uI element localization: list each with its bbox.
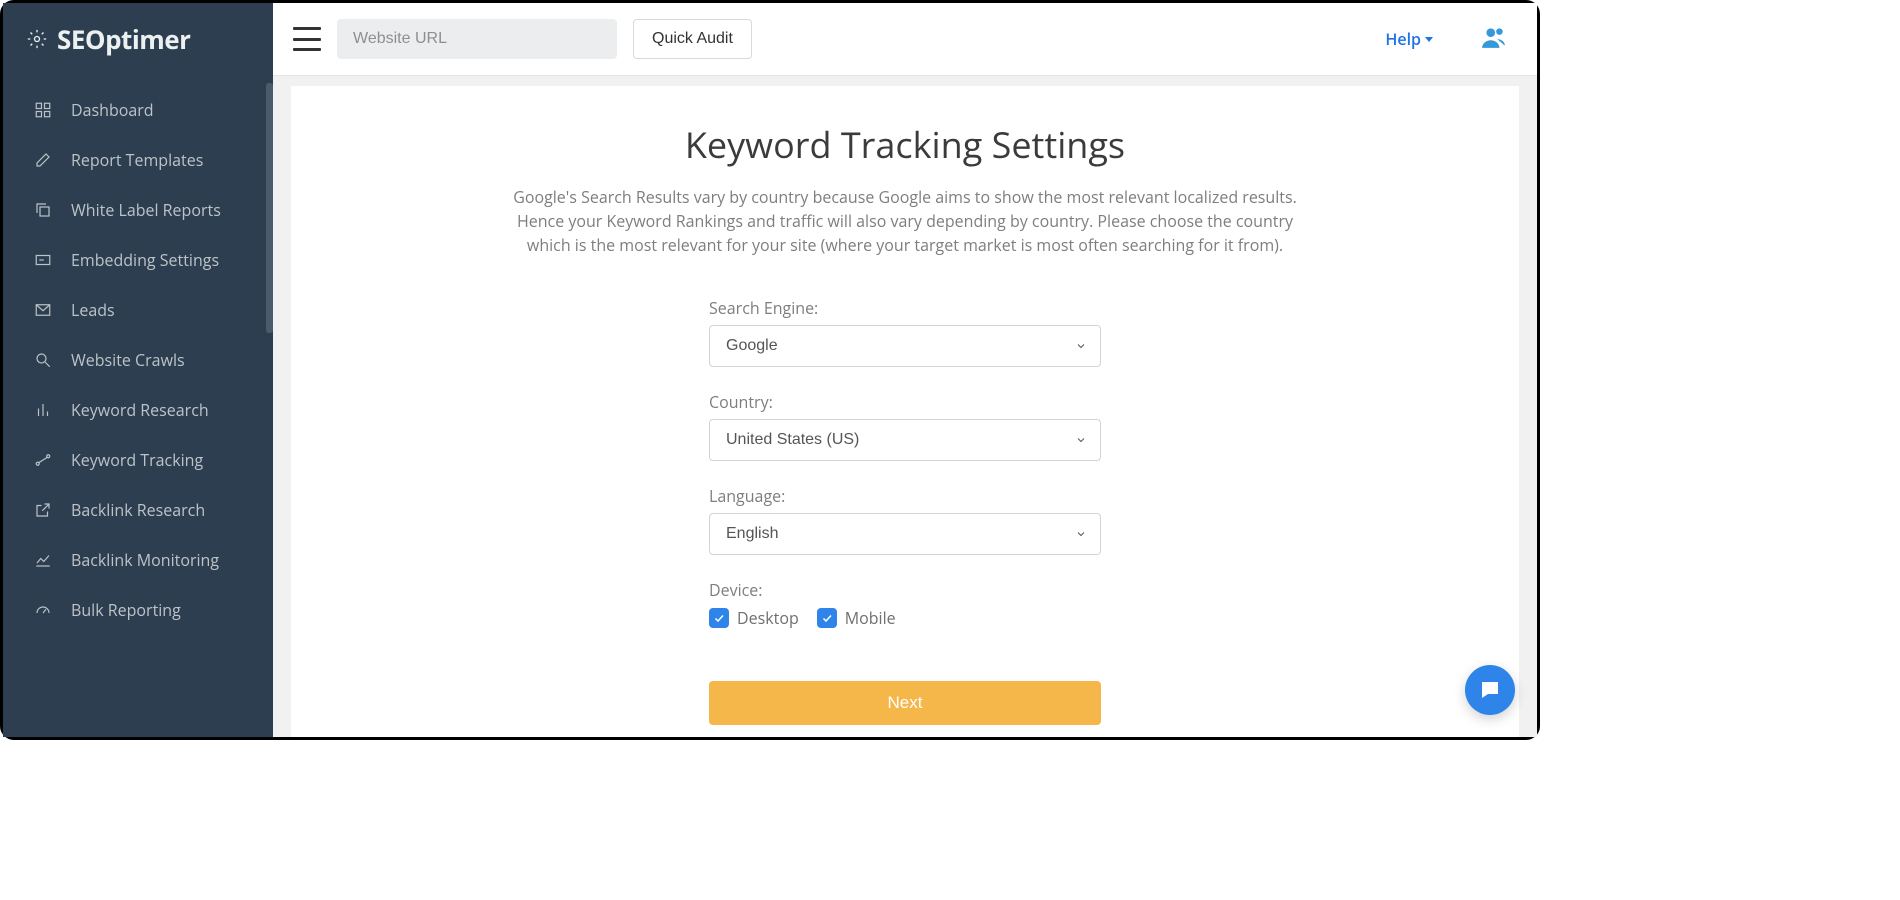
sidebar-item-label: Report Templates	[71, 149, 203, 171]
device-mobile-checkbox[interactable]	[817, 608, 837, 628]
brand-logo[interactable]: SEOptimer	[3, 3, 273, 81]
sidebar-item-label: Embedding Settings	[71, 249, 219, 271]
gauge-icon	[33, 600, 53, 620]
topbar: Quick Audit Help	[273, 3, 1537, 76]
settings-card: Keyword Tracking Settings Google's Searc…	[291, 86, 1519, 737]
device-mobile-label: Mobile	[845, 607, 896, 629]
quick-audit-button[interactable]: Quick Audit	[633, 19, 752, 59]
next-button[interactable]: Next	[709, 681, 1101, 725]
line-chart-icon	[33, 550, 53, 570]
sidebar-item-website-crawls[interactable]: Website Crawls	[3, 335, 273, 385]
device-desktop-label: Desktop	[737, 607, 799, 629]
edit-icon	[33, 150, 53, 170]
mail-icon	[33, 300, 53, 320]
sidebar-item-label: Leads	[71, 299, 115, 321]
sidebar-item-label: Keyword Research	[71, 399, 209, 421]
page-description: Google's Search Results vary by country …	[510, 185, 1300, 257]
sidebar-item-bulk-reporting[interactable]: Bulk Reporting	[3, 585, 273, 635]
search-icon	[33, 350, 53, 370]
chat-widget-button[interactable]	[1465, 665, 1515, 715]
sidebar-item-label: Backlink Research	[71, 499, 205, 521]
sidebar-item-label: Website Crawls	[71, 349, 185, 371]
bar-chart-icon	[33, 400, 53, 420]
trend-icon	[33, 450, 53, 470]
brand-name: SEOptimer	[57, 21, 190, 57]
country-select[interactable]: United States (US)	[709, 419, 1101, 461]
search-engine-select[interactable]: Google	[709, 325, 1101, 367]
language-select[interactable]: English	[709, 513, 1101, 555]
content-area: Keyword Tracking Settings Google's Searc…	[273, 76, 1537, 737]
sidebar-scrollbar[interactable]	[266, 83, 273, 333]
search-engine-label: Search Engine:	[709, 297, 1101, 319]
sidebar-item-dashboard[interactable]: Dashboard	[3, 85, 273, 135]
main: Quick Audit Help Keyword Tracking Settin…	[273, 3, 1537, 737]
sidebar-item-backlink-research[interactable]: Backlink Research	[3, 485, 273, 535]
website-url-input[interactable]	[337, 19, 617, 59]
device-desktop-checkbox[interactable]	[709, 608, 729, 628]
dashboard-icon	[33, 100, 53, 120]
device-label: Device:	[709, 579, 1101, 601]
sidebar-item-embedding[interactable]: Embedding Settings	[3, 235, 273, 285]
sidebar-item-keyword-tracking[interactable]: Keyword Tracking	[3, 435, 273, 485]
users-icon[interactable]	[1479, 24, 1509, 55]
sidebar-item-leads[interactable]: Leads	[3, 285, 273, 335]
external-link-icon	[33, 500, 53, 520]
embed-icon	[33, 250, 53, 270]
country-label: Country:	[709, 391, 1101, 413]
settings-form: Search Engine: Google Country: United St…	[709, 297, 1101, 725]
copy-icon	[33, 200, 53, 220]
sidebar-item-keyword-research[interactable]: Keyword Research	[3, 385, 273, 435]
sidebar-item-label: Bulk Reporting	[71, 599, 181, 621]
help-dropdown[interactable]: Help	[1385, 28, 1433, 50]
sidebar-item-report-templates[interactable]: Report Templates	[3, 135, 273, 185]
caret-down-icon	[1425, 37, 1433, 42]
menu-toggle-icon[interactable]	[293, 27, 321, 51]
gear-arrows-icon	[27, 29, 47, 49]
sidebar-item-white-label[interactable]: White Label Reports	[3, 185, 273, 235]
sidebar-item-label: Keyword Tracking	[71, 449, 203, 471]
language-label: Language:	[709, 485, 1101, 507]
sidebar: SEOptimer Dashboard Report Templates Whi…	[3, 3, 273, 737]
sidebar-item-label: White Label Reports	[71, 199, 221, 221]
page-title: Keyword Tracking Settings	[331, 120, 1479, 169]
sidebar-item-backlink-monitoring[interactable]: Backlink Monitoring	[3, 535, 273, 585]
sidebar-item-label: Dashboard	[71, 99, 154, 121]
sidebar-item-label: Backlink Monitoring	[71, 549, 219, 571]
help-label: Help	[1385, 28, 1421, 50]
sidebar-nav: Dashboard Report Templates White Label R…	[3, 81, 273, 635]
